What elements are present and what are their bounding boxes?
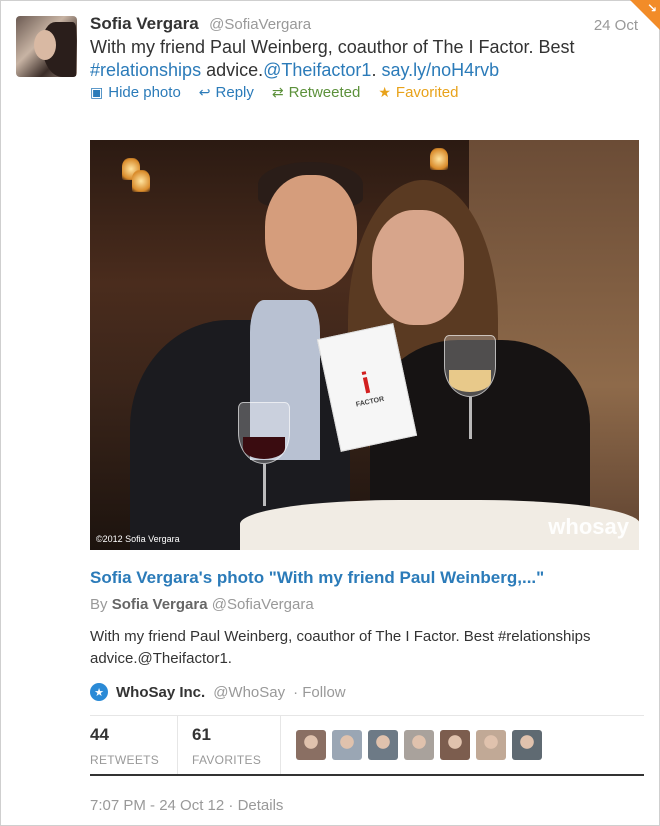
tweet-date[interactable]: 24 Oct bbox=[594, 17, 638, 34]
retweeted-button[interactable]: ⇄ Retweeted bbox=[272, 84, 360, 101]
by-label: By bbox=[90, 596, 108, 613]
tweet-timestamp[interactable]: 7:07 PM - 24 Oct 12 bbox=[90, 797, 224, 814]
glass-stem bbox=[263, 464, 266, 506]
tweet-actions: ▣ Hide photo ↩ Reply ⇄ Retweeted ★ Favor… bbox=[90, 84, 458, 101]
tweet-text-period: . bbox=[371, 60, 382, 80]
favoriters-avatars bbox=[296, 730, 542, 760]
favoriter-avatar[interactable] bbox=[332, 730, 362, 760]
wine-glass bbox=[444, 335, 496, 397]
retweets-label: RETWEETS bbox=[90, 753, 160, 767]
photo-icon: ▣ bbox=[90, 84, 104, 100]
retweets-count: 44 bbox=[90, 725, 109, 744]
source-handle[interactable]: @WhoSay bbox=[213, 684, 285, 701]
mention-link[interactable]: @Theifactor1 bbox=[263, 60, 371, 80]
favoriter-avatar[interactable] bbox=[476, 730, 506, 760]
stats-divider bbox=[280, 716, 281, 774]
tweet-header: Sofia Vergara @SofiaVergara bbox=[90, 14, 644, 34]
favorited-label: Favorited bbox=[395, 84, 459, 101]
photo-copyright: ©2012 Sofia Vergara bbox=[96, 534, 180, 544]
photo-lamp bbox=[430, 148, 448, 170]
hide-photo-button[interactable]: ▣ Hide photo bbox=[90, 84, 181, 101]
favoriter-avatar[interactable] bbox=[440, 730, 470, 760]
details-link[interactable]: · Details bbox=[228, 797, 283, 814]
favoriter-avatar[interactable] bbox=[296, 730, 326, 760]
hashtag-link[interactable]: #relationships bbox=[90, 60, 201, 80]
favorites-stat[interactable]: 61 FAVORITES bbox=[192, 725, 261, 767]
favorites-count: 61 bbox=[192, 725, 211, 744]
favorited-button[interactable]: ★ Favorited bbox=[378, 84, 458, 101]
tweet-text: With my friend Paul Weinberg, coauthor o… bbox=[90, 36, 610, 82]
photo-lamp bbox=[132, 170, 150, 192]
reply-label: Reply bbox=[215, 84, 254, 101]
book-letter: i bbox=[358, 366, 374, 401]
glass-stem bbox=[469, 397, 472, 439]
retweets-stat[interactable]: 44 RETWEETS bbox=[90, 725, 159, 767]
card-title-link[interactable]: Sofia Vergara's photo "With my friend Pa… bbox=[90, 568, 544, 588]
corner-arrow-icon: ↘ bbox=[646, 1, 657, 15]
favoriter-avatar[interactable] bbox=[368, 730, 398, 760]
by-handle[interactable]: @SofiaVergara bbox=[212, 596, 314, 613]
star-icon: ★ bbox=[378, 84, 391, 100]
photo-man-head bbox=[265, 175, 357, 290]
stats-divider bbox=[177, 716, 178, 774]
author-name[interactable]: Sofia Vergara bbox=[90, 14, 199, 33]
whosay-watermark: whosay bbox=[548, 514, 629, 539]
retweeted-label: Retweeted bbox=[288, 84, 361, 101]
stats-divider-top bbox=[90, 715, 644, 716]
wine-glass bbox=[238, 402, 290, 464]
reply-icon: ↩ bbox=[198, 84, 211, 100]
author-handle[interactable]: @SofiaVergara bbox=[209, 16, 311, 33]
hide-photo-label: Hide photo bbox=[108, 84, 181, 101]
favorites-label: FAVORITES bbox=[192, 753, 262, 767]
by-name[interactable]: Sofia Vergara bbox=[112, 596, 208, 613]
book-title: FACTOR bbox=[355, 395, 385, 409]
source-name[interactable]: WhoSay Inc. bbox=[116, 684, 205, 701]
tweet-text-part2: advice. bbox=[201, 60, 264, 80]
retweet-icon: ⇄ bbox=[271, 84, 284, 100]
card-byline: By Sofia Vergara @SofiaVergara bbox=[90, 596, 314, 613]
red-wine bbox=[243, 437, 285, 459]
url-link[interactable]: say.ly/noH4rvb bbox=[381, 60, 499, 80]
card-description: With my friend Paul Weinberg, coauthor o… bbox=[90, 628, 591, 667]
favoriter-avatar[interactable] bbox=[404, 730, 434, 760]
avatar-face bbox=[34, 30, 56, 60]
stats-divider-bottom bbox=[90, 774, 644, 776]
tweet-photo[interactable]: i FACTOR ©2012 Sofia Vergara whosay bbox=[90, 140, 639, 550]
favoriter-avatar[interactable] bbox=[512, 730, 542, 760]
avatar[interactable] bbox=[16, 16, 77, 77]
reply-button[interactable]: ↩ Reply bbox=[199, 84, 254, 101]
white-wine bbox=[449, 370, 491, 392]
whosay-logo-icon[interactable]: ★ bbox=[90, 683, 108, 701]
follow-link[interactable]: · Follow bbox=[293, 684, 346, 701]
photo-woman-head bbox=[372, 210, 464, 325]
tweet-footer: 7:07 PM - 24 Oct 12 · Details bbox=[90, 797, 283, 814]
card-source: ★ WhoSay Inc. @WhoSay · Follow bbox=[90, 683, 346, 701]
tweet-text-part1: With my friend Paul Weinberg, coauthor o… bbox=[90, 37, 575, 57]
